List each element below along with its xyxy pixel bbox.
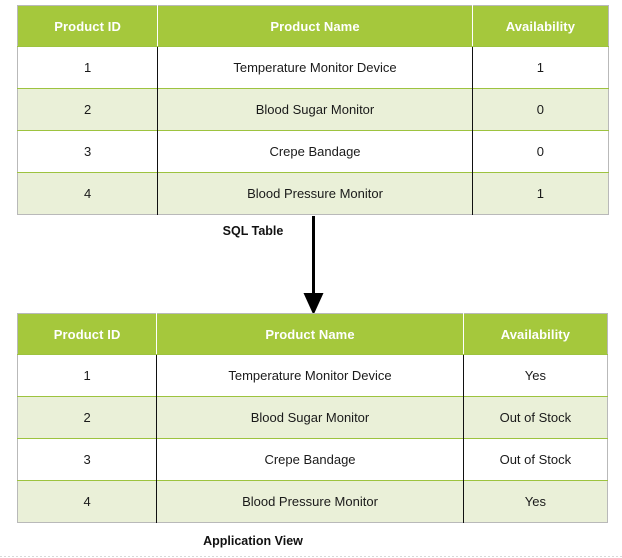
sql-table: Product ID Product Name Availability 1 T…: [17, 5, 609, 215]
table-row: 3 Crepe Bandage 0: [17, 130, 609, 173]
cell-product-id: 4: [17, 480, 158, 523]
column-header-availability: Availability: [463, 313, 608, 355]
cell-product-name: Blood Sugar Monitor: [157, 88, 473, 131]
cell-product-name: Temperature Monitor Device: [156, 354, 464, 397]
cell-product-name: Blood Pressure Monitor: [156, 480, 464, 523]
table-header-row: Product ID Product Name Availability: [17, 313, 608, 355]
table-row: 1 Temperature Monitor Device Yes: [17, 354, 608, 397]
cell-availability: 1: [472, 46, 609, 89]
cell-product-id: 3: [17, 438, 158, 481]
cell-product-id: 2: [17, 88, 159, 131]
cell-product-id: 3: [17, 130, 159, 173]
cell-product-name: Crepe Bandage: [157, 130, 473, 173]
table-row: 4 Blood Pressure Monitor Yes: [17, 480, 608, 523]
application-view-table-header: Product ID Product Name Availability: [17, 313, 608, 355]
cell-availability: Out of Stock: [463, 396, 608, 439]
cell-product-name: Temperature Monitor Device: [157, 46, 473, 89]
cell-availability: 0: [472, 130, 609, 173]
cell-product-name: Blood Pressure Monitor: [157, 172, 473, 215]
cell-product-id: 4: [17, 172, 159, 215]
sql-table-body: 1 Temperature Monitor Device 1 2 Blood S…: [17, 46, 609, 215]
table-row: 3 Crepe Bandage Out of Stock: [17, 438, 608, 481]
cell-product-id: 1: [17, 46, 159, 89]
cell-product-id: 1: [17, 354, 158, 397]
column-header-availability: Availability: [472, 5, 609, 47]
caption-application-view: Application View: [203, 534, 303, 548]
cell-availability: Yes: [463, 480, 608, 523]
column-header-product-name: Product Name: [157, 5, 473, 47]
cell-availability: 0: [472, 88, 609, 131]
column-header-product-id: Product ID: [17, 5, 159, 47]
application-view-table: Product ID Product Name Availability 1 T…: [17, 313, 608, 523]
sql-table-header: Product ID Product Name Availability: [17, 5, 609, 47]
cell-product-name: Crepe Bandage: [156, 438, 464, 481]
caption-sql-table: SQL Table: [222, 224, 284, 238]
table-row: 2 Blood Sugar Monitor Out of Stock: [17, 396, 608, 439]
sql-to-application-view-diagram: Product ID Product Name Availability 1 T…: [0, 0, 622, 558]
downward-arrow-icon: [303, 216, 324, 315]
column-header-product-name: Product Name: [156, 313, 464, 355]
cell-product-id: 2: [17, 396, 158, 439]
table-row: 4 Blood Pressure Monitor 1: [17, 172, 609, 215]
cell-availability: Out of Stock: [463, 438, 608, 481]
table-row: 1 Temperature Monitor Device 1: [17, 46, 609, 89]
bottom-divider: [0, 556, 622, 557]
table-header-row: Product ID Product Name Availability: [17, 5, 609, 47]
column-header-product-id: Product ID: [17, 313, 158, 355]
cell-product-name: Blood Sugar Monitor: [156, 396, 464, 439]
cell-availability: Yes: [463, 354, 608, 397]
table-row: 2 Blood Sugar Monitor 0: [17, 88, 609, 131]
cell-availability: 1: [472, 172, 609, 215]
application-view-table-body: 1 Temperature Monitor Device Yes 2 Blood…: [17, 354, 608, 523]
